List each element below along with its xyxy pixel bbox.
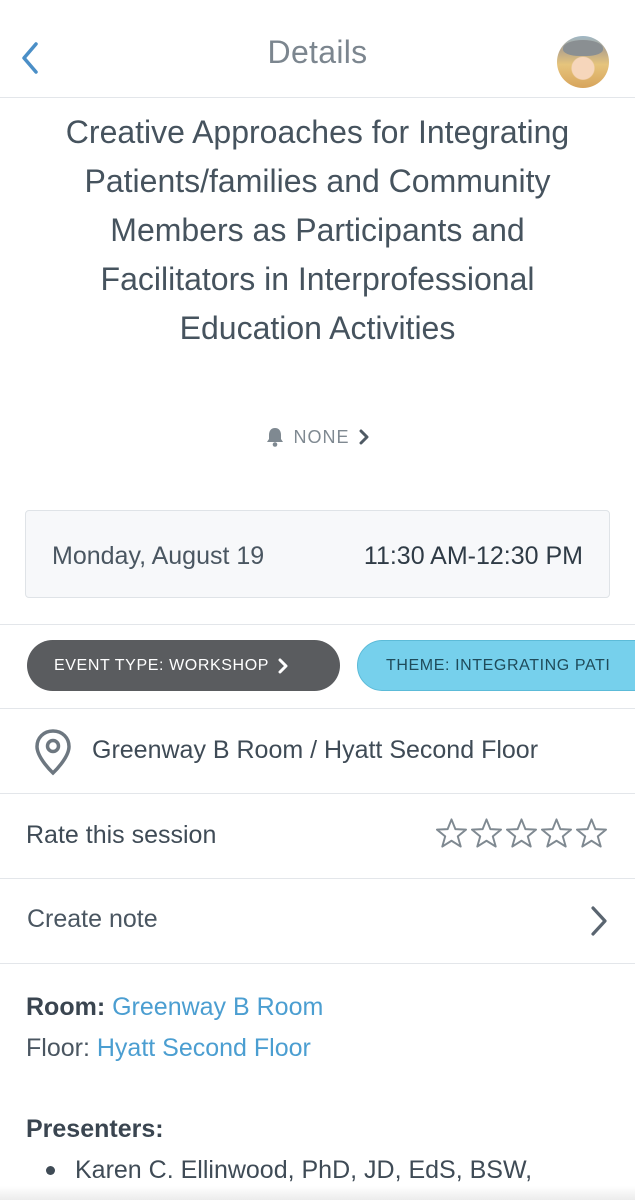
divider xyxy=(0,624,635,625)
top-navigation-bar: Details xyxy=(0,0,635,98)
presenter-list-item[interactable]: Karen C. Ellinwood, PhD, JD, EdS, BSW, xyxy=(46,1156,532,1185)
date-time-box: Monday, August 19 11:30 AM-12:30 PM xyxy=(25,510,610,598)
star-3-icon[interactable] xyxy=(506,816,537,850)
room-link[interactable]: Greenway B Room xyxy=(112,993,323,1021)
presenters-heading: Presenters: xyxy=(26,1115,164,1143)
chevron-right-icon xyxy=(591,906,607,936)
star-rating xyxy=(436,816,607,850)
event-type-label: EVENT TYPE: WORKSHOP xyxy=(54,656,270,674)
create-note-label: Create note xyxy=(27,905,158,933)
star-2-icon[interactable] xyxy=(471,816,502,850)
session-date: Monday, August 19 xyxy=(52,542,265,570)
theme-label: THEME: INTEGRATING PATI xyxy=(386,656,611,674)
chevron-right-icon xyxy=(359,429,368,445)
chevron-right-icon xyxy=(278,658,288,673)
star-4-icon[interactable] xyxy=(541,816,572,850)
location-text: Greenway B Room / Hyatt Second Floor xyxy=(92,736,539,764)
room-detail: Room: Greenway B Room xyxy=(26,993,323,1022)
rating-label: Rate this session xyxy=(26,821,217,849)
star-5-icon[interactable] xyxy=(576,816,607,850)
floor-detail: Floor: Hyatt Second Floor xyxy=(26,1034,311,1063)
room-label: Room: xyxy=(26,993,106,1021)
reminder-label: NONE xyxy=(293,426,350,447)
bottom-edge xyxy=(0,1186,635,1200)
floor-link[interactable]: Hyatt Second Floor xyxy=(97,1034,311,1062)
location-row[interactable]: Greenway B Room / Hyatt Second Floor xyxy=(0,708,635,794)
user-avatar[interactable] xyxy=(557,36,609,88)
rating-row: Rate this session xyxy=(0,794,635,878)
divider xyxy=(0,963,635,964)
theme-chip[interactable]: THEME: INTEGRATING PATI xyxy=(357,640,635,691)
map-pin-icon xyxy=(35,729,71,776)
session-time: 11:30 AM-12:30 PM xyxy=(363,542,583,570)
bell-icon xyxy=(267,428,284,447)
star-1-icon[interactable] xyxy=(436,816,467,850)
session-title: Creative Approaches for Integrating Pati… xyxy=(65,114,570,346)
page-title: Details xyxy=(267,34,368,70)
floor-label: Floor: xyxy=(26,1034,90,1062)
presenter-name: Karen C. Ellinwood, PhD, JD, EdS, BSW, xyxy=(75,1156,533,1184)
event-type-chip[interactable]: EVENT TYPE: WORKSHOP xyxy=(27,640,340,691)
bullet xyxy=(46,1166,55,1175)
create-note-row[interactable]: Create note xyxy=(0,878,635,963)
reminder-selector[interactable]: NONE xyxy=(0,426,635,448)
avatar-hat xyxy=(563,40,603,56)
session-details-screen: Details Creative Approaches for Integrat… xyxy=(0,0,635,1200)
